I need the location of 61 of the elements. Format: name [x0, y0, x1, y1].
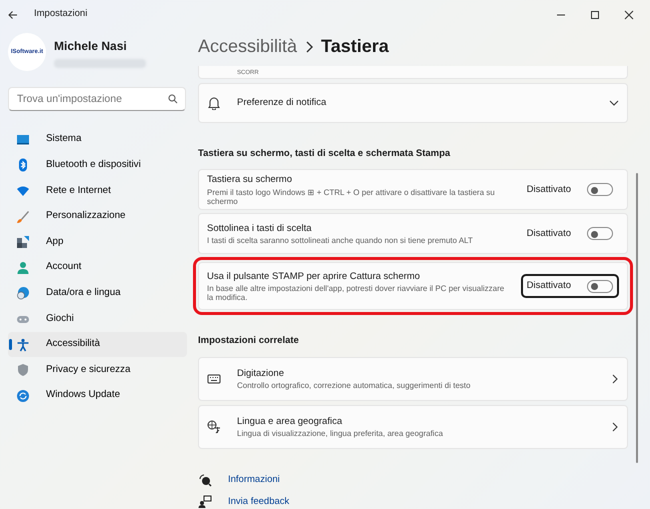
chevron-right-icon [305, 40, 314, 52]
help-link[interactable]: Invia feedback [228, 494, 290, 509]
wifi-icon [16, 184, 30, 198]
setting-title: Tastiera su schermo [207, 173, 294, 188]
chevron-right-icon [611, 422, 619, 432]
setting-description: In base alle altre impostazioni dell'app, potresti dover riavviare il PC per visualizzare la modifica. [207, 284, 505, 303]
related-setting-card[interactable]: Lingua e area geografica Lingua di visualizzazione, lingua preferita, area geografica [198, 404, 628, 448]
accessibility-icon [16, 338, 30, 352]
bluetooth-icon [16, 158, 30, 172]
setting-title: Sottolinea i tasti di scelta [207, 222, 313, 236]
breadcrumb-link[interactable]: Accessibilità [198, 33, 298, 60]
toggle-switch[interactable]: Disattivato [520, 222, 619, 246]
keyboard-icon [207, 372, 221, 386]
nav-item[interactable]: Accessibilità [8, 332, 187, 358]
search-icon [168, 94, 178, 104]
monitor-icon [16, 132, 30, 147]
nav-item[interactable]: Personalizzazione [8, 204, 187, 230]
feedback-icon [198, 494, 212, 509]
section-title: Tastiera su schermo, tasti di scelta e schermata Stampa [198, 147, 452, 161]
notification-preferences-card[interactable]: Preferenze di notifica [198, 83, 628, 123]
update-icon [16, 388, 30, 403]
nav-item[interactable]: Account [8, 254, 187, 281]
shield-icon [16, 363, 30, 378]
setting-description: Controllo ortografico, correzione automatica, suggerimenti di testo [237, 381, 472, 390]
help-link[interactable]: Informazioni [228, 472, 280, 487]
toggle-switch[interactable]: Disattivato [520, 274, 619, 298]
chevron-right-icon [611, 374, 619, 384]
nav-item[interactable]: Rete e Internet [8, 178, 187, 204]
setting-title: Lingua e area geografica [237, 414, 344, 429]
search-field[interactable]: Trova un'impostazione [8, 87, 186, 111]
page-title: Tastiera [321, 35, 389, 58]
nav-item[interactable]: Privacy e sicurezza [8, 357, 187, 383]
scrollbar[interactable] [636, 173, 638, 463]
setting-description: Premi il tasto logo Windows ⊞ + CTRL + O per attivare o disattivare la tastiera su schermo [207, 188, 496, 206]
nav-item[interactable]: App [8, 229, 187, 255]
globe-clock-icon [16, 286, 30, 300]
setting-title: Usa il pulsante STAMP per aprire Cattura schermo [207, 270, 421, 284]
back-button[interactable] [8, 10, 18, 20]
language-icon [207, 420, 221, 434]
setting-description: I tasti di scelta saranno sottolineati anche quando non si tiene premuto ALT [207, 236, 474, 246]
maximize-icon[interactable] [590, 10, 600, 20]
help-search-icon [198, 472, 212, 487]
nav-item[interactable]: Bluetooth e dispositivi [8, 152, 187, 178]
related-setting-card[interactable]: Digitazione Controllo ortografico, correzione automatica, suggerimenti di testo [198, 356, 628, 400]
nav-item[interactable]: Giochi [8, 306, 187, 332]
window-title: Impostazioni [34, 7, 88, 22]
nav-item[interactable]: Windows Update [8, 382, 187, 409]
close-icon[interactable] [624, 10, 634, 20]
setting-title: Digitazione [237, 366, 285, 381]
user-name: Michele Nasi [54, 38, 128, 54]
back-arrow-icon [8, 10, 18, 20]
section-title: Impostazioni correlate [198, 334, 300, 348]
toggle-switch[interactable]: Disattivato [520, 178, 619, 202]
apps-icon [16, 235, 30, 250]
card-title: Preferenze di notifica [237, 96, 328, 110]
brush-icon [16, 210, 30, 224]
nav-item[interactable]: Sistema [8, 127, 187, 153]
setting-description: Lingua di visualizzazione, lingua preferita, area geografica [237, 429, 444, 438]
nav-item[interactable]: Data/ora e lingua [8, 280, 187, 306]
bell-icon [207, 96, 221, 110]
person-icon [16, 260, 30, 275]
